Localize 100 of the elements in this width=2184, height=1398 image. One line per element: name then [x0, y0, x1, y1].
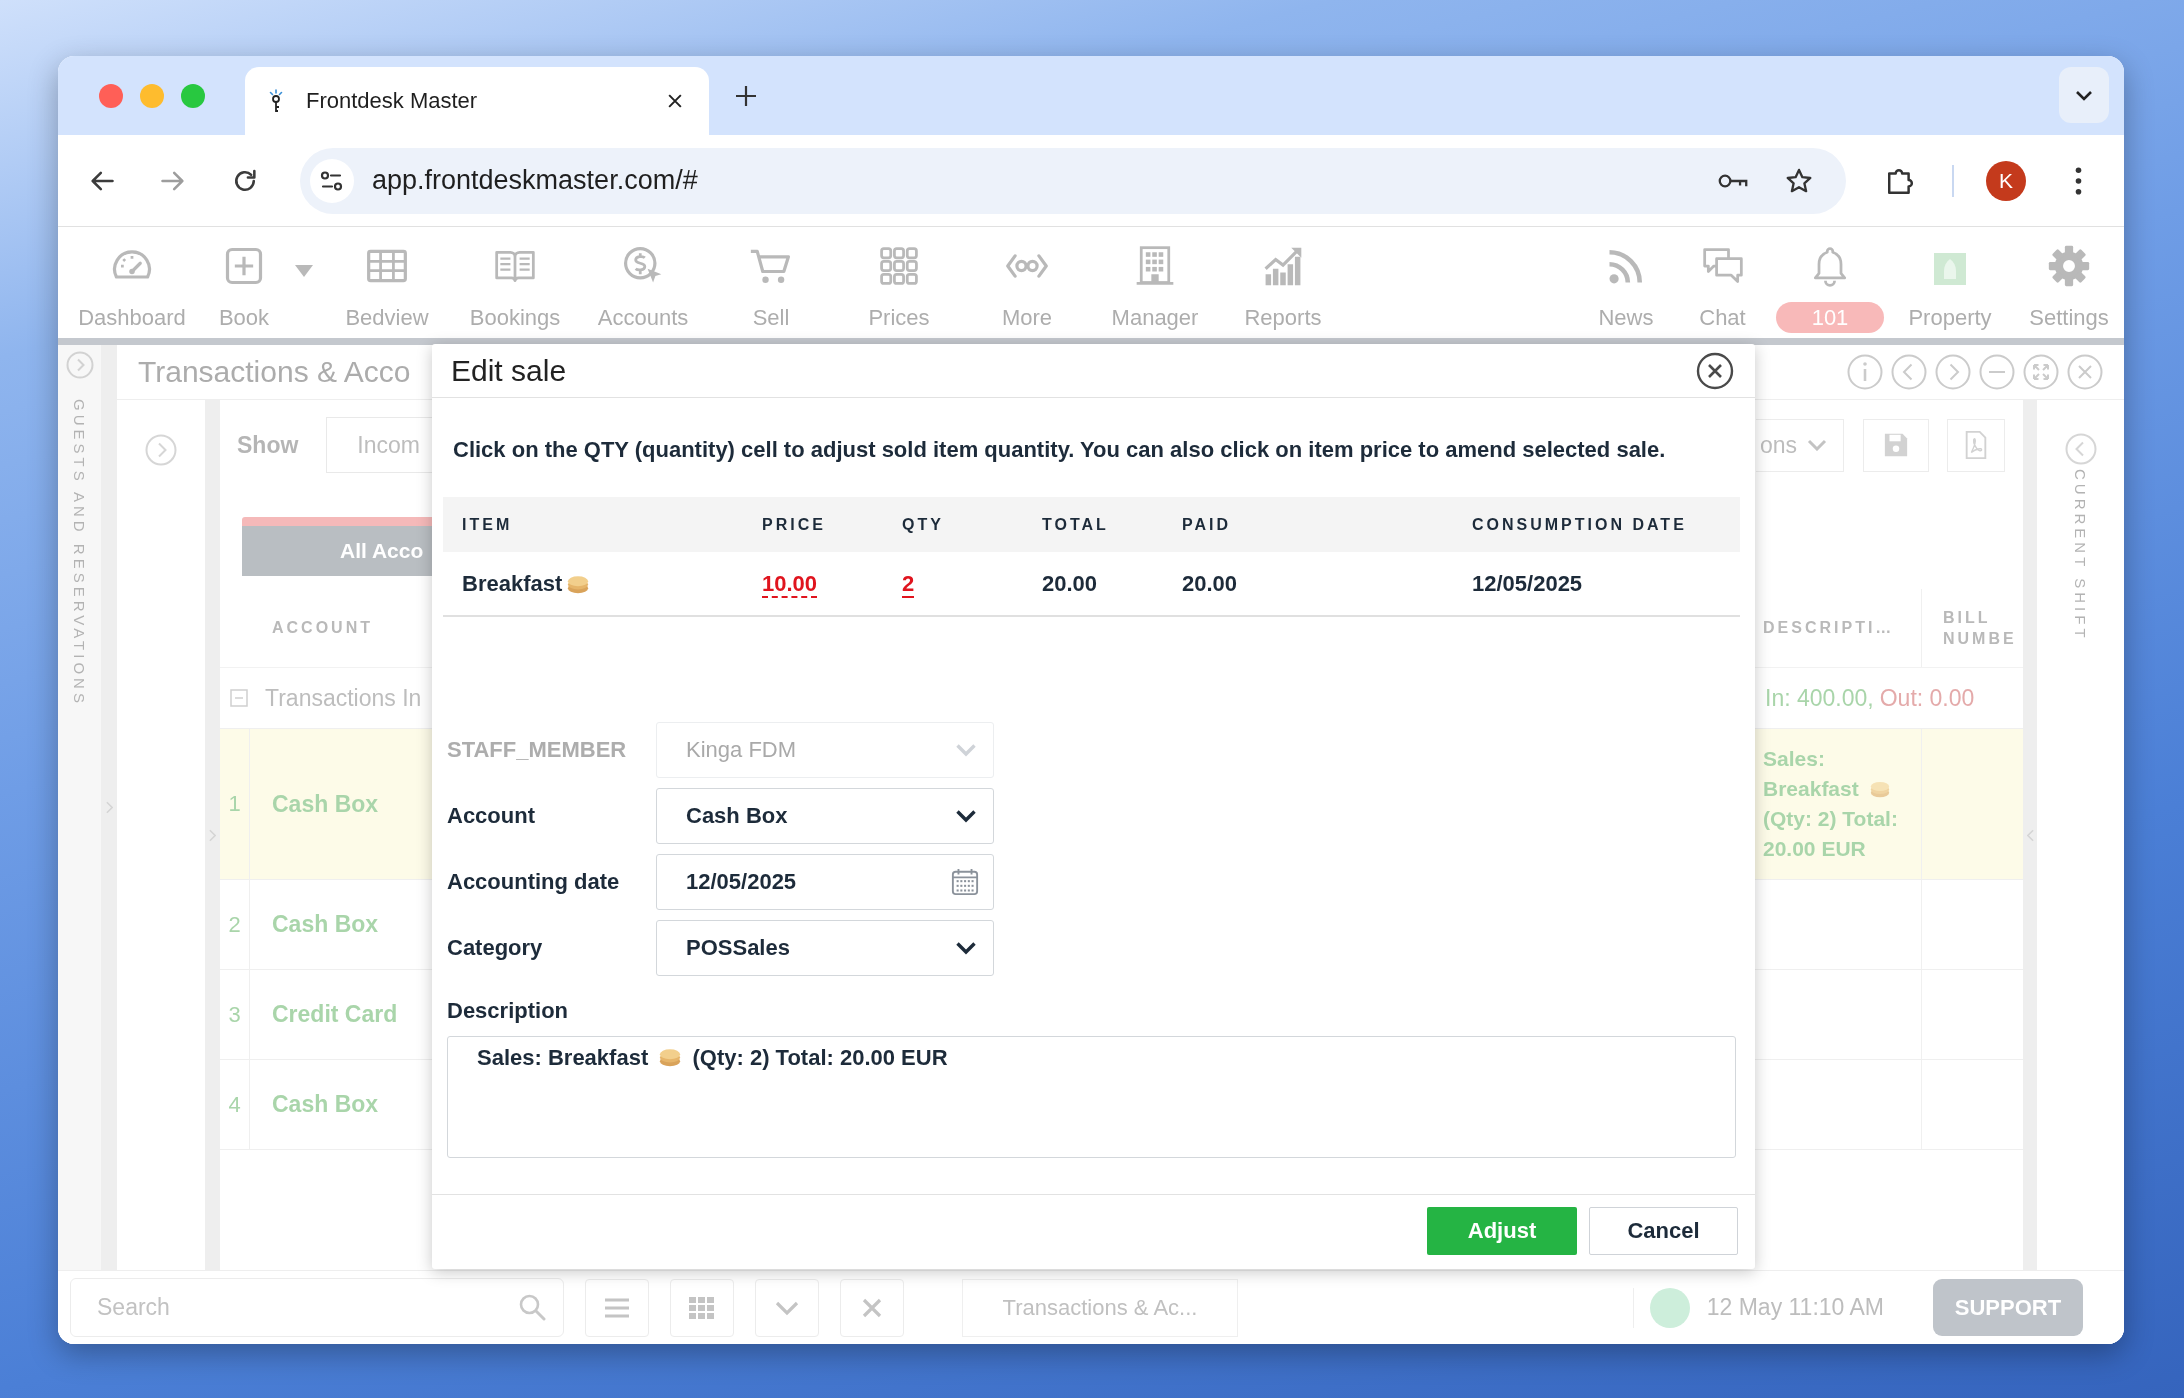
- key-icon: [268, 89, 284, 113]
- calendar-icon[interactable]: [951, 868, 979, 896]
- more-vertical-icon[interactable]: [2075, 166, 2082, 195]
- dot-grid-icon: [877, 244, 921, 288]
- select-field[interactable]: Cash Box: [656, 788, 994, 844]
- chevron-down-icon: [2075, 89, 2093, 101]
- list-view-button[interactable]: [585, 1278, 649, 1337]
- toolbar-button[interactable]: Accounts: [579, 227, 707, 338]
- toolbar-button[interactable]: Sell: [707, 227, 835, 338]
- toolbar-button[interactable]: Property: [1886, 227, 2014, 338]
- table-cell: 12/05/2025: [1472, 570, 1583, 597]
- tab-menu-button[interactable]: [2059, 67, 2109, 123]
- description-text: (Qty: 2) Total: 20.00 EUR: [1763, 807, 1898, 860]
- window-maximize-icon[interactable]: [181, 84, 205, 108]
- toolbar-button[interactable]: Manager: [1091, 227, 1219, 338]
- bookmark-star-icon[interactable]: [1785, 166, 1813, 195]
- menu-icon: [604, 1296, 630, 1319]
- minimize-icon[interactable]: [1979, 354, 2015, 390]
- adjust-button[interactable]: Adjust: [1427, 1207, 1577, 1255]
- save-button[interactable]: [1863, 418, 1929, 472]
- dialog-title: Edit sale: [451, 353, 567, 388]
- row-number: 4: [220, 1060, 250, 1150]
- field-label: Description: [447, 998, 569, 1024]
- options-dropdown[interactable]: ons: [1756, 418, 1844, 472]
- instruction-text: Click on the QTY (quantity) cell to adjust sold item quantity. You can also click on item price to amend selected sale.: [453, 436, 1666, 464]
- previous-icon[interactable]: [1891, 354, 1927, 390]
- toolbar-button[interactable]: Settings: [2014, 227, 2124, 338]
- toolbar-button[interactable]: Bedview: [323, 227, 451, 338]
- table-cell[interactable]: Cash Box: [250, 729, 432, 880]
- panel-splitter[interactable]: [101, 345, 117, 1270]
- filter-label: Show: [237, 431, 299, 459]
- window-title: Transactions & Acco: [138, 355, 411, 389]
- field-label: Accounting date: [447, 869, 620, 895]
- table-cell: 20.00: [1042, 570, 1098, 597]
- window-tab[interactable]: Transactions & Ac...: [962, 1278, 1238, 1337]
- chevron-right-icon[interactable]: [209, 828, 216, 842]
- close-icon[interactable]: [1696, 351, 1734, 390]
- column-header: BILL NUMBE: [1943, 608, 2018, 649]
- search-icon[interactable]: [518, 1293, 546, 1321]
- toolbar-button[interactable]: 101: [1774, 227, 1886, 338]
- support-button[interactable]: SUPPORT: [1933, 1279, 2083, 1336]
- search-field[interactable]: Search: [70, 1278, 564, 1337]
- toolbar-button[interactable]: News: [1581, 227, 1671, 338]
- editable-cell[interactable]: 10.00: [762, 570, 818, 597]
- panel-title: CURRENT SHIFT: [2072, 469, 2089, 642]
- browser-tab[interactable]: Frontdesk Master: [245, 67, 709, 135]
- toolbar-button[interactable]: Prices: [835, 227, 963, 338]
- description-field[interactable]: Sales: Breakfast (Qty: 2) Total: 20.00 EUR: [447, 1036, 1736, 1158]
- chevron-down-icon: [955, 743, 977, 757]
- close-button[interactable]: [840, 1278, 904, 1337]
- toolbar-button[interactable]: More: [963, 227, 1091, 338]
- panel-splitter[interactable]: [205, 400, 220, 1270]
- pancake-icon: [1869, 779, 1890, 799]
- settings-icon: [2047, 244, 2091, 288]
- plus-icon[interactable]: [735, 85, 757, 107]
- window-close-icon[interactable]: [99, 84, 123, 108]
- grid-icon: [689, 1296, 715, 1319]
- column-header: CONSUMPTION DATE: [1472, 515, 1687, 534]
- cancel-button[interactable]: Cancel: [1589, 1207, 1738, 1255]
- next-icon[interactable]: [1935, 354, 1971, 390]
- chevron-circle-icon[interactable]: [2064, 433, 2097, 465]
- chevron-down-icon: [955, 809, 977, 823]
- description-text: (Qty: 2) Total: 20.00 EUR: [692, 1045, 948, 1070]
- editable-cell[interactable]: 2: [902, 570, 915, 597]
- scrollbar[interactable]: [2023, 400, 2037, 1270]
- chevron-right-icon[interactable]: [105, 801, 113, 814]
- outgoing-total: Out: 0.00: [1879, 684, 1975, 712]
- date-field[interactable]: 12/05/2025: [656, 854, 994, 910]
- chevron-circle-icon[interactable]: [145, 434, 177, 466]
- site-settings-icon[interactable]: [310, 158, 354, 203]
- profile-avatar[interactable]: K: [1986, 160, 2026, 201]
- date-time: 12 May 11:10 AM: [1706, 1294, 1884, 1321]
- select-field[interactable]: POSSales: [656, 920, 994, 976]
- column-header: PRICE: [762, 515, 826, 534]
- collapse-button[interactable]: [755, 1278, 819, 1337]
- column-header: TOTAL: [1042, 515, 1109, 534]
- field-label: Account: [447, 803, 535, 829]
- address-field[interactable]: app.frontdeskmaster.com/#: [300, 147, 1846, 214]
- toolbar-button[interactable]: Chat: [1671, 227, 1774, 338]
- collapse-icon[interactable]: [230, 689, 248, 707]
- field-label: STAFF_MEMBER: [447, 737, 627, 763]
- toolbar-button[interactable]: Book: [196, 227, 292, 338]
- caret-down-icon[interactable]: [295, 265, 313, 277]
- row-number: 2: [220, 880, 250, 970]
- chevron-circle-icon[interactable]: [65, 351, 94, 379]
- window-minimize-icon[interactable]: [140, 84, 164, 108]
- toolbar-button[interactable]: Dashboard: [68, 227, 196, 338]
- grid-view-button[interactable]: [670, 1278, 734, 1337]
- toolbar-button[interactable]: Bookings: [451, 227, 579, 338]
- column-header: ITEM: [462, 515, 513, 534]
- pdf-button[interactable]: [1947, 418, 2005, 472]
- column-header: QTY: [902, 515, 944, 534]
- fullscreen-icon[interactable]: [2023, 354, 2059, 390]
- table-cell: Breakfast: [462, 570, 563, 597]
- toolbar-button[interactable]: Reports: [1219, 227, 1347, 338]
- chevron-left-icon[interactable]: [2026, 828, 2034, 842]
- accounts-tab[interactable]: All Acco: [242, 517, 432, 576]
- info-icon[interactable]: [1847, 354, 1883, 390]
- puzzle-icon[interactable]: [1886, 166, 1914, 195]
- count-badge: 101: [1776, 302, 1884, 333]
